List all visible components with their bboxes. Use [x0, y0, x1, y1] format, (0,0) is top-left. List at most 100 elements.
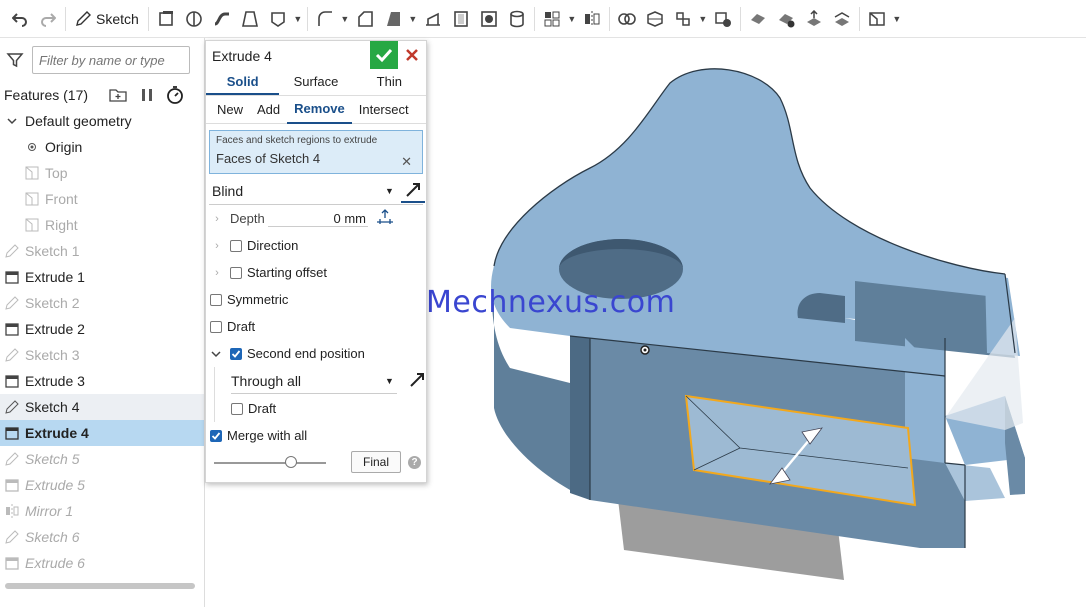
delete-face-icon[interactable]: [772, 5, 800, 33]
filter-icon[interactable]: [6, 51, 24, 69]
faces-selection-field[interactable]: Faces and sketch regions to extrude Face…: [209, 130, 423, 174]
tree-top-plane[interactable]: Top: [0, 160, 204, 186]
loft-icon[interactable]: [236, 5, 264, 33]
tab-solid[interactable]: Solid: [206, 70, 280, 95]
pattern-icon[interactable]: [538, 5, 566, 33]
op-remove[interactable]: Remove: [287, 96, 352, 124]
direction-checkbox[interactable]: [230, 239, 242, 252]
tree-sketch-1[interactable]: Sketch 1: [0, 238, 204, 264]
measure-icon[interactable]: [376, 209, 394, 228]
depth-input[interactable]: 0 mm: [268, 211, 368, 227]
mirror-icon[interactable]: [578, 5, 606, 33]
tree-sketch-3[interactable]: Sketch 3: [0, 342, 204, 368]
transform-icon[interactable]: [669, 5, 697, 33]
offset-surface-icon[interactable]: [800, 5, 828, 33]
tree-item-label: Extrude 5: [25, 477, 85, 493]
tree-sketch-4[interactable]: Sketch 4: [0, 394, 204, 420]
tab-thin[interactable]: Thin: [353, 70, 426, 95]
part-model[interactable]: [430, 38, 1086, 607]
chevron-down-icon[interactable]: ▼: [292, 5, 304, 33]
preview-slider-knob[interactable]: [285, 456, 297, 468]
op-intersect[interactable]: Intersect: [352, 97, 416, 123]
chevron-right-icon[interactable]: ›: [210, 213, 224, 225]
chevron-down-icon[interactable]: ▼: [697, 5, 709, 33]
tree-extrude-4[interactable]: Extrude 4: [0, 420, 204, 446]
boolean-icon[interactable]: [613, 5, 641, 33]
revolve-icon[interactable]: [180, 5, 208, 33]
redo-icon[interactable]: [34, 5, 62, 33]
tree-mirror-1[interactable]: Mirror 1: [0, 498, 204, 524]
chevron-right-icon[interactable]: ›: [210, 267, 224, 279]
tree-right-plane[interactable]: Right: [0, 212, 204, 238]
split-icon[interactable]: [641, 5, 669, 33]
preview-slider[interactable]: [214, 462, 326, 464]
chamfer-icon[interactable]: [351, 5, 379, 33]
symmetric-checkbox[interactable]: [210, 293, 222, 306]
feature-list-scrollbar[interactable]: [5, 583, 195, 589]
flip-direction-icon[interactable]: [409, 372, 425, 391]
hole-icon[interactable]: [475, 5, 503, 33]
starting-offset-label: Starting offset: [247, 265, 327, 280]
plane-icon[interactable]: [863, 5, 891, 33]
replace-face-icon[interactable]: [828, 5, 856, 33]
graphics-viewport[interactable]: [430, 38, 1086, 607]
pause-icon[interactable]: [140, 87, 154, 103]
tree-sketch-6[interactable]: Sketch 6: [0, 524, 204, 550]
tree-extrude-6[interactable]: Extrude 6: [0, 550, 204, 576]
help-icon[interactable]: ?: [408, 456, 421, 469]
second-end-type-select[interactable]: Through all ▼: [231, 368, 397, 394]
tree-sketch-5[interactable]: Sketch 5: [0, 446, 204, 472]
cancel-button[interactable]: [402, 45, 422, 65]
tree-sketch-2[interactable]: Sketch 2: [0, 290, 204, 316]
chevron-down-icon[interactable]: [4, 113, 20, 129]
undo-icon[interactable]: [6, 5, 34, 33]
draft2-checkbox[interactable]: [231, 402, 243, 415]
thicken-icon[interactable]: [264, 5, 292, 33]
end-type-select[interactable]: Blind ▼: [209, 177, 425, 205]
tree-extrude-1[interactable]: Extrude 1: [0, 264, 204, 290]
rib-icon[interactable]: [419, 5, 447, 33]
tree-item-label: Extrude 1: [25, 269, 85, 285]
tree-extrude-3[interactable]: Extrude 3: [0, 368, 204, 394]
clear-icon[interactable]: ✕: [401, 154, 412, 170]
cylinder-icon[interactable]: [503, 5, 531, 33]
tree-origin[interactable]: Origin: [0, 134, 204, 160]
sweep-icon[interactable]: [208, 5, 236, 33]
chevron-down-icon[interactable]: ▼: [407, 5, 419, 33]
tree-extrude-2[interactable]: Extrude 2: [0, 316, 204, 342]
draft-label: Draft: [227, 319, 256, 334]
op-add[interactable]: Add: [250, 97, 287, 123]
preview-slider-row: Final ?: [206, 449, 426, 477]
accept-button[interactable]: [370, 41, 398, 69]
chevron-down-icon: ▼: [385, 185, 394, 196]
chevron-down-icon[interactable]: [210, 348, 226, 360]
merge-checkbox[interactable]: [210, 429, 222, 442]
op-new[interactable]: New: [210, 97, 250, 123]
filter-input[interactable]: [32, 46, 190, 74]
tree-extrude-5[interactable]: Extrude 5: [0, 472, 204, 498]
shell-icon[interactable]: [447, 5, 475, 33]
add-folder-icon[interactable]: [108, 87, 128, 103]
tree-front-plane[interactable]: Front: [0, 186, 204, 212]
sketch-icon: [4, 347, 20, 363]
flip-direction-icon[interactable]: [401, 179, 425, 203]
tree-item-label: Mirror 1: [25, 503, 74, 519]
tree-item-label: Sketch 2: [25, 295, 80, 311]
tab-surface[interactable]: Surface: [279, 70, 352, 95]
extrude-icon[interactable]: [152, 5, 180, 33]
second-end-checkbox[interactable]: [230, 347, 242, 360]
sketch-button[interactable]: Sketch: [69, 5, 145, 33]
final-button[interactable]: Final: [351, 451, 401, 473]
starting-offset-checkbox[interactable]: [230, 266, 242, 279]
chevron-down-icon[interactable]: ▼: [339, 5, 351, 33]
draft-icon[interactable]: [379, 5, 407, 33]
move-face-icon[interactable]: [744, 5, 772, 33]
chevron-down-icon[interactable]: ▼: [891, 5, 903, 33]
chevron-right-icon[interactable]: ›: [210, 240, 224, 252]
delete-part-icon[interactable]: [709, 5, 737, 33]
draft-checkbox[interactable]: [210, 320, 222, 333]
stopwatch-icon[interactable]: [166, 86, 184, 104]
tree-default-geometry[interactable]: Default geometry: [0, 108, 204, 134]
fillet-icon[interactable]: [311, 5, 339, 33]
chevron-down-icon[interactable]: ▼: [566, 5, 578, 33]
